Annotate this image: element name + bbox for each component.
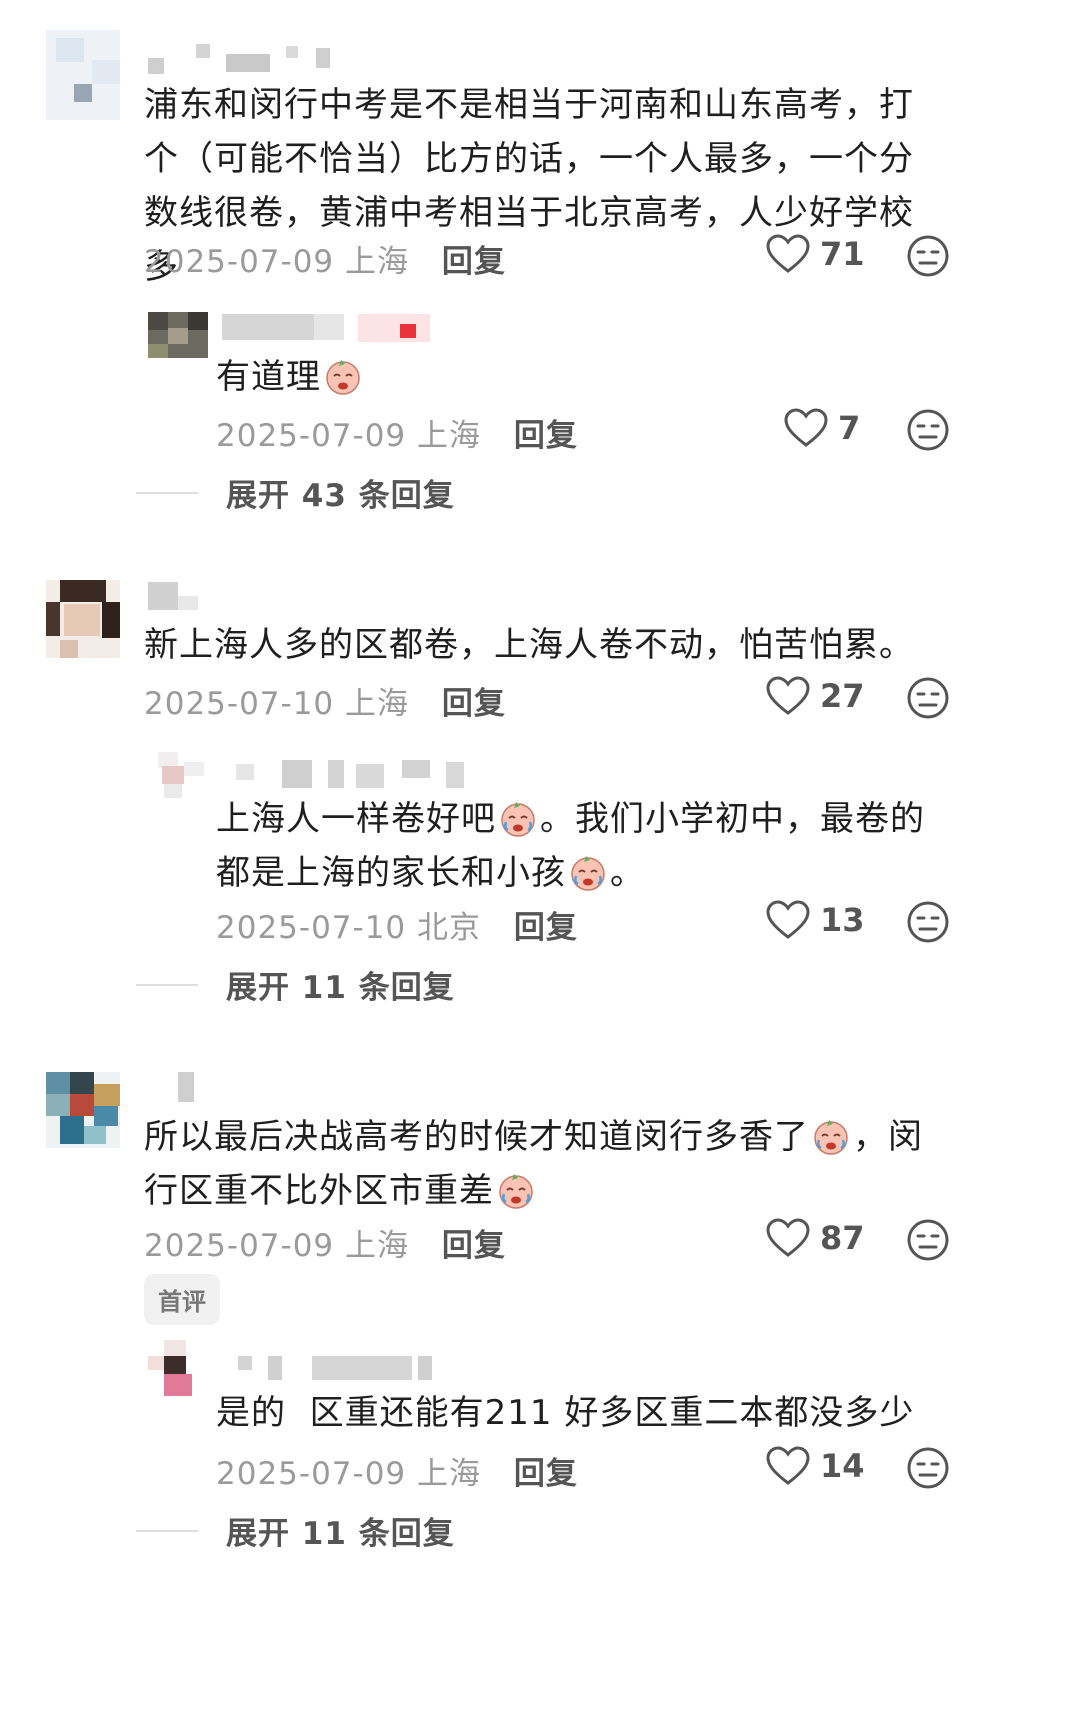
reply-text-content: 有道理 (216, 357, 321, 397)
reply-text: 是的 区重还能有211 好多区重二本都没多少 (216, 1393, 915, 1433)
reply-text-part: 上海人一样卷好吧 (216, 799, 496, 839)
comment-text: 所以最后决战高考的时候才知道闵行多香了 ，闵行区重不比外区市重差 (144, 1110, 944, 1218)
comment-location: 上海 (345, 1228, 410, 1264)
avatar[interactable] (148, 1340, 208, 1400)
meh-face-icon[interactable] (906, 676, 950, 720)
meh-face-icon[interactable] (906, 900, 950, 944)
reply-date: 2025-07-09 (216, 418, 407, 454)
expand-label: 展开 43 条回复 (226, 478, 455, 514)
like-button[interactable]: 13 (766, 900, 865, 940)
like-count: 14 (820, 1447, 865, 1485)
reply-button[interactable]: 回复 (442, 244, 506, 280)
avatar[interactable] (46, 30, 120, 120)
reply-meta: 2025-07-10 北京 回复 (216, 902, 578, 947)
comment-location: 上海 (345, 686, 410, 722)
username[interactable] (148, 582, 228, 612)
meh-face-icon[interactable] (906, 408, 950, 452)
like-button[interactable]: 14 (766, 1446, 865, 1486)
comment-text: 新上海人多的区都卷，上海人卷不动，怕苦怕累。 (144, 625, 914, 665)
comment-date: 2025-07-09 (144, 1228, 335, 1264)
divider (136, 983, 198, 986)
reply-text: 有道理 (216, 350, 946, 404)
expand-replies-button[interactable]: 展开 11 条回复 (136, 1508, 455, 1553)
heart-outline-icon (766, 676, 810, 715)
like-button[interactable]: 71 (766, 234, 865, 274)
like-count: 87 (820, 1219, 865, 1257)
reply-meta: 2025-07-09 上海 回复 (216, 1448, 578, 1493)
divider (136, 1529, 198, 1532)
first-comment-badge: 首评 (144, 1274, 220, 1325)
divider (136, 491, 198, 494)
crying-face-emoji (501, 802, 535, 837)
reply-meta: 2025-07-09 上海 回复 (216, 410, 578, 455)
reply-button[interactable]: 回复 (514, 418, 578, 454)
reply-location: 北京 (417, 910, 482, 946)
heart-outline-icon (766, 234, 810, 273)
reply-text-part: 。 (610, 853, 645, 893)
comment-meta: 2025-07-10 上海 回复 (144, 678, 506, 723)
crying-face-emoji (499, 1174, 533, 1209)
reply-text: 上海人一样卷好吧 。我们小学初中，最卷的都是上海的家长和小孩。 (216, 792, 946, 900)
username[interactable] (222, 1352, 442, 1382)
reply-button[interactable]: 回复 (514, 1456, 578, 1492)
username[interactable] (148, 1072, 228, 1104)
avatar[interactable] (148, 752, 208, 798)
expand-label: 展开 11 条回复 (226, 1516, 455, 1552)
expand-replies-button[interactable]: 展开 11 条回复 (136, 962, 455, 1007)
comment-text-part: 所以最后决战高考的时候才知道闵行多香了 (144, 1117, 809, 1157)
meh-face-icon[interactable] (906, 234, 950, 278)
crying-face-emoji (814, 1120, 848, 1155)
username[interactable] (222, 758, 482, 790)
reply-button[interactable]: 回复 (442, 1228, 506, 1264)
heart-outline-icon (766, 900, 810, 939)
avatar[interactable] (46, 1072, 120, 1148)
comment-meta: 2025-07-09 上海 回复 (144, 236, 506, 281)
reply-location: 上海 (417, 418, 482, 454)
expand-label: 展开 11 条回复 (226, 970, 455, 1006)
reply-button[interactable]: 回复 (514, 910, 578, 946)
reply-button[interactable]: 回复 (442, 686, 506, 722)
username[interactable] (222, 312, 432, 342)
like-button[interactable]: 87 (766, 1218, 865, 1258)
like-button[interactable]: 7 (784, 408, 860, 448)
comment-date: 2025-07-10 (144, 686, 335, 722)
comment-date: 2025-07-09 (144, 244, 335, 280)
meh-face-icon[interactable] (906, 1446, 950, 1490)
crying-face-emoji (326, 360, 360, 395)
expand-replies-button[interactable]: 展开 43 条回复 (136, 470, 455, 515)
reply-location: 上海 (417, 1456, 482, 1492)
heart-outline-icon (784, 408, 828, 447)
like-count: 71 (820, 235, 865, 273)
like-count: 7 (838, 409, 861, 447)
heart-outline-icon (766, 1218, 810, 1257)
comment-meta: 2025-07-09 上海 回复 (144, 1220, 506, 1265)
comment-location: 上海 (345, 244, 410, 280)
avatar[interactable] (148, 312, 208, 358)
like-count: 27 (820, 677, 865, 715)
reply-date: 2025-07-09 (216, 1456, 407, 1492)
like-count: 13 (820, 901, 865, 939)
like-button[interactable]: 27 (766, 676, 865, 716)
crying-face-emoji (571, 856, 605, 891)
username[interactable] (148, 44, 338, 74)
avatar[interactable] (46, 580, 120, 658)
reply-date: 2025-07-10 (216, 910, 407, 946)
meh-face-icon[interactable] (906, 1218, 950, 1262)
heart-outline-icon (766, 1446, 810, 1485)
